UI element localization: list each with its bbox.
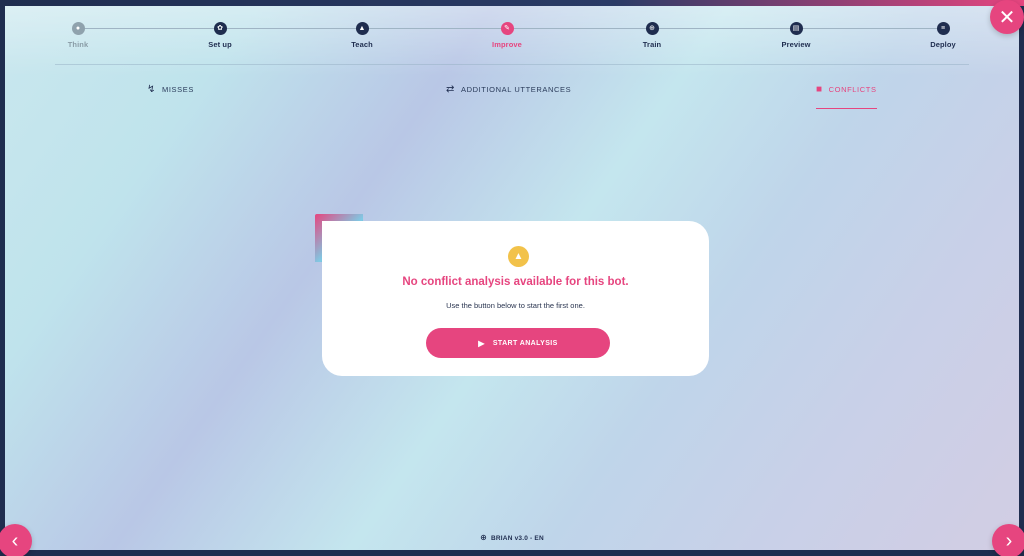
bottom-bar [0,550,1024,556]
header-divider [55,64,969,65]
version-footer: ⊕ BRIAN v3.0 - EN [5,533,1019,542]
close-icon: ✕ [998,6,1016,29]
dumbbell-icon: ⊕ [645,22,659,35]
tab-label: CONFLICTS [828,85,877,94]
bulb-icon: ● [71,22,85,35]
pencil-icon: ✎ [500,22,514,35]
chevron-left-icon: ‹ [11,529,19,552]
globe-icon[interactable]: ⊕ [480,533,487,542]
step-label: Improve [492,40,522,49]
step-label: Think [67,40,89,49]
close-button[interactable]: ✕ [990,0,1024,34]
step-train[interactable]: ⊕ Train [612,22,692,49]
step-teach[interactable]: ▲ Teach [322,22,402,49]
progress-stepper: ● Think ✿ Set up ▲ Teach ✎ Improve ⊕ Tra… [5,20,1019,60]
empty-state-card: ▲ No conflict analysis available for thi… [315,214,709,376]
tab-label: MISSES [161,85,194,94]
step-setup[interactable]: ✿ Set up [180,22,260,49]
version-label: BRIAN v3.0 - EN [491,535,544,542]
tab-additional-utterances[interactable]: ⇄ ADDITIONAL UTTERANCES [446,85,571,109]
step-label: Train [642,40,662,49]
chevron-right-icon: › [1005,529,1013,552]
empty-state-subtitle: Use the button below to start the first … [446,301,585,310]
step-label: Deploy [930,40,956,49]
tab-label: ADDITIONAL UTTERANCES [460,85,572,94]
step-deploy[interactable]: ≡ Deploy [903,22,983,49]
boxing-glove-icon: ■ [816,84,823,95]
start-analysis-button[interactable]: ▶ START ANALYSIS [426,328,610,358]
graduation-cap-icon: ▲ [355,22,369,35]
step-improve[interactable]: ✎ Improve [467,22,547,49]
button-label: START ANALYSIS [492,339,558,347]
chat-icon: ▤ [789,22,803,35]
gear-icon: ✿ [213,22,227,35]
previous-button[interactable]: ‹ [0,524,32,556]
next-button[interactable]: › [992,524,1024,556]
repeat-icon: ⇄ [446,84,455,95]
step-label: Set up [208,40,232,49]
trend-icon: ↯ [147,84,156,95]
step-label: Teach [351,40,373,49]
step-preview[interactable]: ▤ Preview [756,22,836,49]
tab-misses[interactable]: ↯ MISSES [147,85,194,109]
step-think[interactable]: ● Think [38,22,118,49]
tab-conflicts[interactable]: ■ CONFLICTS [816,85,877,109]
step-label: Preview [781,40,811,49]
card-body: ▲ No conflict analysis available for thi… [322,221,709,376]
list-icon: ≡ [936,22,950,35]
empty-state-title: No conflict analysis available for this … [402,276,629,288]
play-icon: ▶ [478,338,485,348]
warning-icon: ▲ [508,246,529,267]
main-panel: ● Think ✿ Set up ▲ Teach ✎ Improve ⊕ Tra… [5,6,1019,550]
